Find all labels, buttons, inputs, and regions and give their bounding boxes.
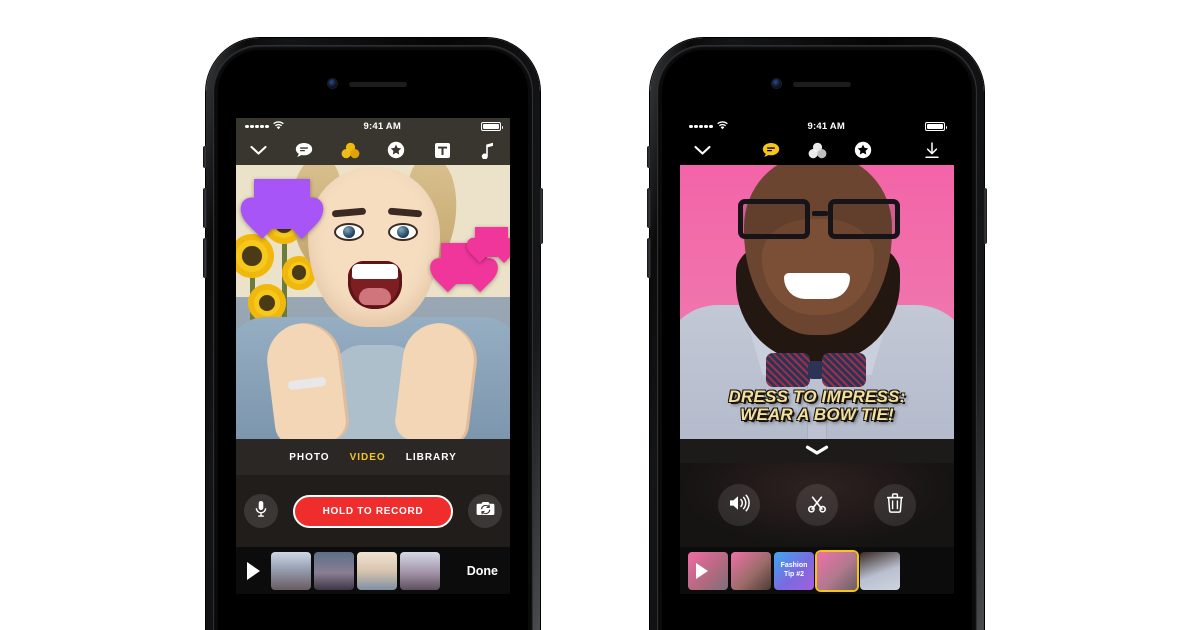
sticker-star-icon[interactable]	[853, 140, 873, 160]
mode-library[interactable]: LIBRARY	[406, 452, 457, 463]
ring-switch-right[interactable]	[647, 146, 651, 168]
clip-label	[357, 552, 397, 590]
ring-switch-left[interactable]	[203, 146, 207, 168]
chevron-down-handle-icon	[805, 442, 829, 460]
capture-mode-selector: PHOTO VIDEO LIBRARY	[236, 439, 510, 475]
battery-full-icon-left	[481, 122, 503, 131]
video-preview-left[interactable]	[236, 165, 510, 439]
signal-strength-icon	[245, 124, 269, 129]
phone-right: 9:41 AM DRESS TO IMPRESS: WEAR A BOW TIE…	[647, 38, 987, 630]
wifi-icon	[272, 121, 284, 132]
caption-line-1: DRESS TO IMPRESS:	[728, 386, 906, 406]
clip-label	[688, 552, 728, 590]
clip-label	[314, 552, 354, 590]
download-icon[interactable]	[922, 140, 942, 160]
clip-label	[860, 552, 900, 590]
status-bar-right: 9:41 AM	[680, 118, 954, 135]
microphone-button[interactable]	[244, 494, 278, 528]
table-row[interactable]	[271, 551, 311, 590]
chevron-down-icon[interactable]	[692, 140, 712, 160]
clip-label	[731, 552, 771, 590]
eye-right	[388, 223, 418, 241]
smile	[784, 273, 850, 299]
earpiece-speaker-left	[349, 82, 407, 87]
status-left-group	[245, 121, 284, 132]
chevron-down-icon[interactable]	[248, 140, 268, 160]
bow-tie	[766, 353, 866, 387]
volume-button[interactable]	[718, 484, 760, 526]
screen-right: 9:41 AM DRESS TO IMPRESS: WEAR A BOW TIE…	[680, 118, 954, 606]
table-row[interactable]	[731, 551, 771, 590]
volume-down-button-right[interactable]	[647, 238, 651, 278]
eyeglasses	[736, 199, 902, 239]
volume-up-button-left[interactable]	[203, 188, 207, 228]
table-row[interactable]: Fashion Tip #2	[774, 551, 814, 590]
editor-toolbar-left	[236, 135, 510, 165]
earpiece-speaker-right	[793, 82, 851, 87]
camera-flip-button[interactable]	[468, 494, 502, 528]
timeline-filmstrip-right[interactable]: Fashion Tip #2	[680, 547, 954, 594]
comment-icon[interactable]	[294, 140, 314, 160]
mode-video[interactable]: VIDEO	[350, 452, 386, 463]
heart-sticker-pink-small[interactable]	[475, 227, 508, 257]
phone-left: 9:41 AM PHOTO VIDEO LIBRARY HOLD TO RECO…	[203, 38, 543, 630]
trash-icon	[886, 492, 904, 518]
volume-down-button-left[interactable]	[203, 238, 207, 278]
text-icon[interactable]	[432, 140, 452, 160]
sticker-star-icon[interactable]	[386, 140, 406, 160]
front-camera-left	[328, 79, 337, 88]
toolbar-tools-left	[294, 140, 452, 160]
clip-edit-controls	[680, 463, 954, 547]
drawer-handle[interactable]	[680, 439, 954, 463]
clip-label: Fashion Tip #2	[780, 561, 808, 578]
table-row[interactable]	[314, 551, 354, 590]
music-note-icon[interactable]	[478, 140, 498, 160]
wifi-icon	[716, 121, 728, 132]
trim-button[interactable]	[796, 484, 838, 526]
volume-up-button-right[interactable]	[647, 188, 651, 228]
play-icon[interactable]	[247, 561, 260, 580]
table-row[interactable]	[688, 551, 728, 590]
open-mouth	[348, 261, 402, 309]
battery-full-icon-right	[925, 122, 947, 131]
delete-button[interactable]	[874, 484, 916, 526]
comment-icon[interactable]	[761, 140, 781, 160]
camera-flip-icon	[476, 501, 495, 521]
filters-icon[interactable]	[340, 140, 360, 160]
toolbar-tools-right	[761, 140, 873, 160]
screen-left: 9:41 AM PHOTO VIDEO LIBRARY HOLD TO RECO…	[236, 118, 510, 606]
table-row[interactable]	[817, 551, 857, 590]
table-row[interactable]	[400, 551, 440, 590]
power-button-right[interactable]	[983, 188, 987, 244]
caption-line-2: WEAR A BOW TIE!	[740, 405, 894, 425]
mode-photo[interactable]: PHOTO	[289, 452, 329, 463]
screenshot-stage: 9:41 AM PHOTO VIDEO LIBRARY HOLD TO RECO…	[0, 0, 1200, 630]
timeline-filmstrip-left[interactable]: Done	[236, 547, 510, 594]
microphone-icon	[255, 500, 267, 523]
filters-icon[interactable]	[807, 140, 827, 160]
caption-overlay[interactable]: DRESS TO IMPRESS: WEAR A BOW TIE!	[680, 386, 954, 425]
power-button-left[interactable]	[539, 188, 543, 244]
table-row[interactable]	[357, 551, 397, 590]
video-preview-right[interactable]: DRESS TO IMPRESS: WEAR A BOW TIE!	[680, 165, 954, 439]
speaker-icon	[728, 494, 750, 517]
hold-to-record-button[interactable]: HOLD TO RECORD	[293, 494, 453, 528]
done-button[interactable]: Done	[467, 564, 502, 578]
clip-label	[271, 552, 311, 590]
front-camera-right	[772, 79, 781, 88]
heart-sticker-purple[interactable]	[254, 179, 310, 229]
editor-toolbar-right	[680, 135, 954, 165]
signal-strength-icon	[689, 124, 713, 129]
scissors-icon	[807, 493, 827, 518]
eye-left	[334, 223, 364, 241]
status-time-left: 9:41 AM	[363, 121, 401, 132]
status-time-right: 9:41 AM	[807, 121, 845, 132]
clip-label	[817, 552, 857, 590]
status-bar-left: 9:41 AM	[236, 118, 510, 135]
clip-label	[400, 552, 440, 590]
capture-controls: HOLD TO RECORD	[236, 475, 510, 547]
table-row[interactable]	[860, 551, 900, 590]
ring	[287, 376, 327, 391]
status-left-group	[689, 121, 728, 132]
